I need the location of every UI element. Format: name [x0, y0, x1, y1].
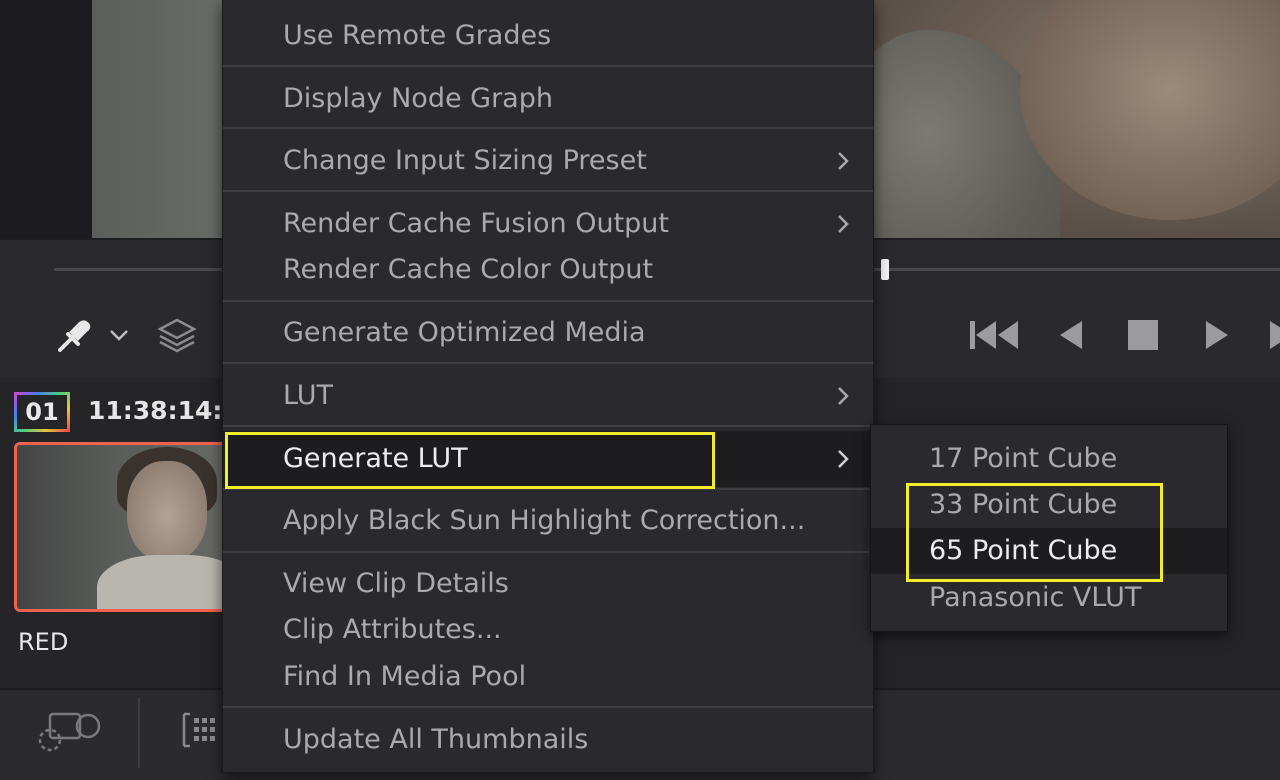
menu-item-label: Render Cache Fusion Output: [283, 208, 669, 239]
viewer-image-right: [860, 0, 1280, 238]
menu-item-clip-attributes[interactable]: Clip Attributes...: [223, 608, 873, 652]
chevron-right-icon: [838, 152, 849, 170]
menu-item-label: Display Node Graph: [283, 83, 553, 114]
menu-item-label: Clip Attributes...: [283, 614, 502, 645]
menu-item-label: View Clip Details: [283, 568, 509, 599]
menu-separator: [223, 190, 873, 192]
viewer-image-left: [92, 0, 232, 238]
menu-item-generate-optimized-media[interactable]: Generate Optimized Media: [223, 311, 873, 355]
submenu-item-17-point-cube[interactable]: 17 Point Cube: [871, 436, 1227, 482]
layers-icon[interactable]: [156, 316, 198, 361]
jump-to-start-icon[interactable]: [968, 318, 1020, 352]
play-reverse-icon[interactable]: [1056, 318, 1086, 352]
chevron-down-icon[interactable]: [106, 322, 132, 355]
stop-icon[interactable]: [1126, 318, 1160, 352]
play-icon[interactable]: [1202, 318, 1232, 352]
clip-codec-label: RED: [18, 628, 69, 656]
chevron-right-icon: [838, 215, 849, 233]
menu-item-update-all-thumbnails[interactable]: Update All Thumbnails: [223, 718, 873, 762]
toolbar-separator: [138, 698, 140, 768]
playhead[interactable]: [881, 259, 889, 280]
menu-separator: [223, 300, 873, 302]
play-forward-icon[interactable]: [1266, 318, 1280, 352]
grid-icon[interactable]: [180, 710, 224, 757]
menu-item-label: Generate Optimized Media: [283, 317, 646, 348]
clip-number-badge: 01: [14, 392, 70, 432]
context-menu: Use Remote Grades Display Node Graph Cha…: [222, 0, 874, 773]
menu-item-display-node-graph[interactable]: Display Node Graph: [223, 77, 873, 121]
menu-item-lut[interactable]: LUT: [223, 374, 873, 418]
menu-item-find-in-media-pool[interactable]: Find In Media Pool: [223, 655, 873, 699]
menu-separator: [223, 706, 873, 708]
menu-separator: [223, 425, 873, 427]
menu-item-label: Use Remote Grades: [283, 20, 552, 51]
menu-item-label: Render Cache Color Output: [283, 254, 654, 285]
menu-item-change-input-sizing-preset[interactable]: Change Input Sizing Preset: [223, 139, 873, 183]
menu-item-label: Find In Media Pool: [283, 661, 527, 692]
menu-separator: [223, 551, 873, 553]
chevron-right-icon: [838, 387, 849, 405]
menu-item-view-clip-details[interactable]: View Clip Details: [223, 562, 873, 606]
camera-raw-icon[interactable]: [36, 706, 104, 761]
menu-item-label: LUT: [283, 380, 333, 411]
menu-item-label: Change Input Sizing Preset: [283, 145, 647, 176]
menu-item-render-cache-color-output[interactable]: Render Cache Color Output: [223, 248, 873, 292]
menu-separator: [223, 127, 873, 129]
chevron-right-icon: [838, 450, 849, 468]
submenu-item-label: 17 Point Cube: [929, 443, 1118, 474]
menu-item-use-remote-grades[interactable]: Use Remote Grades: [223, 14, 873, 58]
menu-separator: [223, 362, 873, 364]
viewer-left-area: [0, 0, 92, 238]
highlight-box-point-cubes: [906, 483, 1163, 582]
menu-item-apply-black-sun-highlight-correction[interactable]: Apply Black Sun Highlight Correction...: [223, 499, 873, 543]
clip-thumbnail[interactable]: [14, 442, 254, 612]
eyedropper-icon[interactable]: [54, 318, 92, 363]
menu-separator: [223, 65, 873, 67]
clip-timecode: 11:38:14:1: [88, 396, 240, 425]
menu-item-label: Apply Black Sun Highlight Correction...: [283, 505, 806, 536]
menu-item-render-cache-fusion-output[interactable]: Render Cache Fusion Output: [223, 202, 873, 246]
highlight-box-generate-lut: [225, 432, 715, 489]
menu-item-label: Update All Thumbnails: [283, 724, 589, 755]
